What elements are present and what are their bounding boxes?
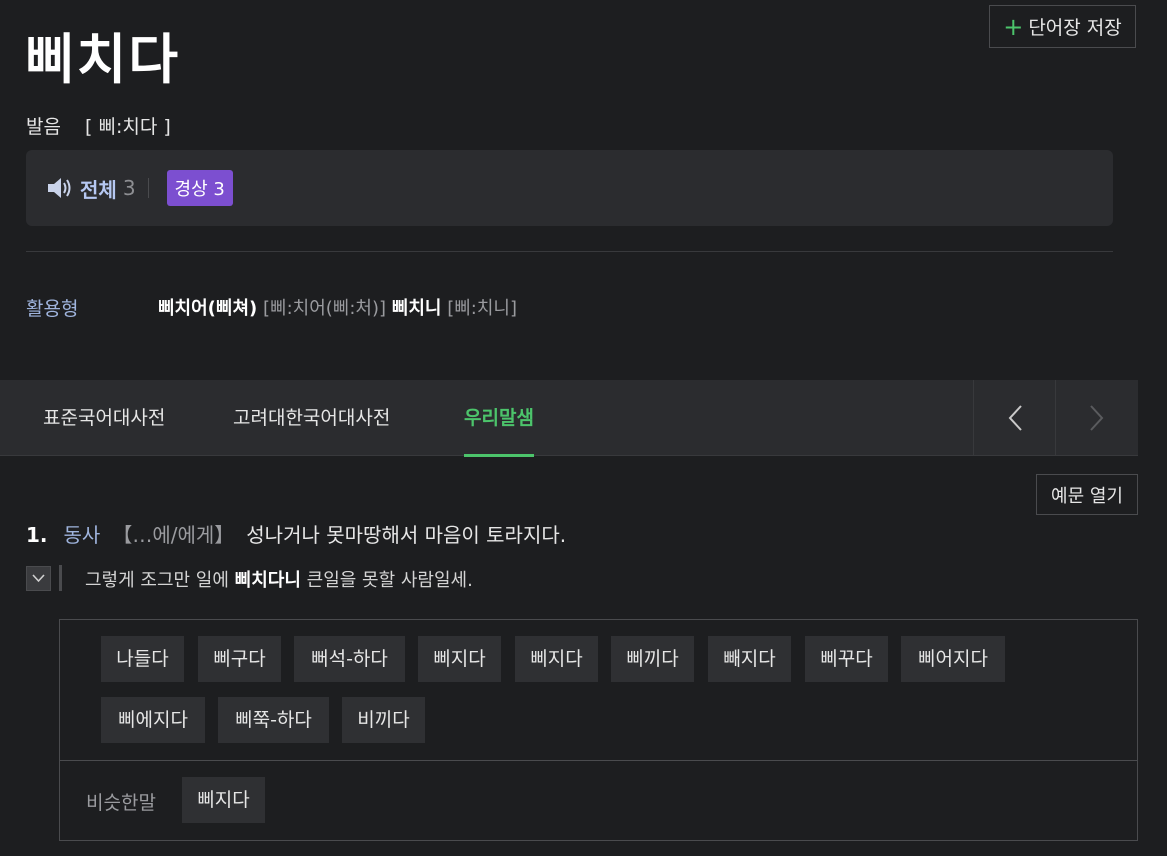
chevron-down-icon: [32, 574, 45, 583]
tabs-next-button[interactable]: [1055, 380, 1138, 456]
audio-all-count: 3: [122, 176, 136, 200]
related-word-chip[interactable]: 삐지다: [515, 636, 598, 682]
related-words-box: 나들다 삐구다 뻐석-하다 삐지다 삐지다 삐끼다 빼지다 삐꾸다 삐어지다 삐…: [59, 619, 1138, 841]
chevron-right-icon: [1090, 405, 1104, 431]
example-highlight: 삐치다니: [234, 570, 301, 591]
related-word-chip[interactable]: 삐꾸다: [805, 636, 888, 682]
definition-pattern: 【…에/에게】: [112, 523, 235, 547]
conjugation-pron-1: [삐:치어(삐:처)]: [263, 298, 387, 319]
save-to-wordbook-label: 단어장 저장: [1028, 17, 1122, 39]
conjugation-label: 활용형: [26, 298, 79, 320]
related-word-chip[interactable]: 빼지다: [708, 636, 791, 682]
example-text-before: 그렇게 조그만 일에: [85, 570, 235, 591]
definition-pos[interactable]: 동사: [64, 523, 101, 547]
related-word-chip[interactable]: 삐끼다: [611, 636, 694, 682]
related-words-divider: [60, 760, 1137, 761]
tab-urimalsaem[interactable]: 우리말샘: [464, 380, 534, 457]
example-text-after: 큰일을 못할 사람일세.: [300, 570, 473, 591]
plus-icon: +: [1003, 12, 1024, 41]
definition-number: 1.: [26, 523, 48, 547]
related-word-chip[interactable]: 삐어지다: [901, 636, 1005, 682]
tabs-prev-button[interactable]: [973, 380, 1056, 456]
synonym-chip[interactable]: 삐지다: [182, 777, 265, 823]
conjugation-form-2: 삐치니: [391, 298, 442, 319]
section-divider: [26, 251, 1113, 252]
example-quote-bar: [59, 565, 62, 591]
speaker-icon[interactable]: [46, 176, 74, 200]
related-word-chip[interactable]: 삐구다: [198, 636, 281, 682]
save-to-wordbook-button[interactable]: + 단어장 저장: [989, 5, 1136, 48]
conjugation-form-1: 삐치어(삐쳐): [158, 298, 258, 319]
headword-title: 삐치다: [25, 28, 181, 91]
example-sentence: 그렇게 조그만 일에 삐치다니 큰일을 못할 사람일세.: [85, 566, 473, 592]
pronunciation-label: 발음: [26, 116, 61, 138]
related-word-chip[interactable]: 삐지다: [418, 636, 501, 682]
definition-1: 1. 동사 【…에/에게】 성나거나 못마땅해서 마음이 토라지다.: [26, 519, 566, 548]
audio-all-label[interactable]: 전체: [80, 174, 117, 203]
tab-standard-dictionary[interactable]: 표준국어대사전: [43, 380, 165, 456]
related-word-chip[interactable]: 뻐석-하다: [294, 636, 405, 682]
open-examples-button[interactable]: 예문 열기: [1036, 474, 1138, 515]
related-word-chip[interactable]: 삐에지다: [101, 697, 205, 743]
definition-text: 성나거나 못마땅해서 마음이 토라지다.: [246, 523, 567, 547]
related-word-chip[interactable]: 나들다: [101, 636, 184, 682]
conjugation-pron-2: [삐:치니]: [447, 298, 517, 319]
audio-separator: [147, 178, 149, 198]
audio-panel: 전체 3 경상 3: [26, 150, 1113, 226]
conjugation-forms: 삐치어(삐쳐) [삐:치어(삐:처)] 삐치니 [삐:치니]: [158, 294, 517, 320]
synonym-label: 비슷한말: [86, 792, 156, 814]
pronunciation: 발음 [ 삐:치다 ]: [26, 112, 171, 139]
related-word-chip[interactable]: 비끼다: [342, 697, 425, 743]
dictionary-tab-bar: 표준국어대사전 고려대한국어대사전 우리말샘: [0, 380, 1138, 457]
chevron-left-icon: [1008, 405, 1022, 431]
audio-region-badge[interactable]: 경상 3: [166, 170, 233, 206]
related-word-chip[interactable]: 삐쭉-하다: [218, 697, 329, 743]
tab-korea-univ-dictionary[interactable]: 고려대한국어대사전: [233, 380, 390, 456]
pronunciation-value: [ 삐:치다 ]: [85, 116, 171, 138]
example-toggle-button[interactable]: [26, 566, 51, 591]
